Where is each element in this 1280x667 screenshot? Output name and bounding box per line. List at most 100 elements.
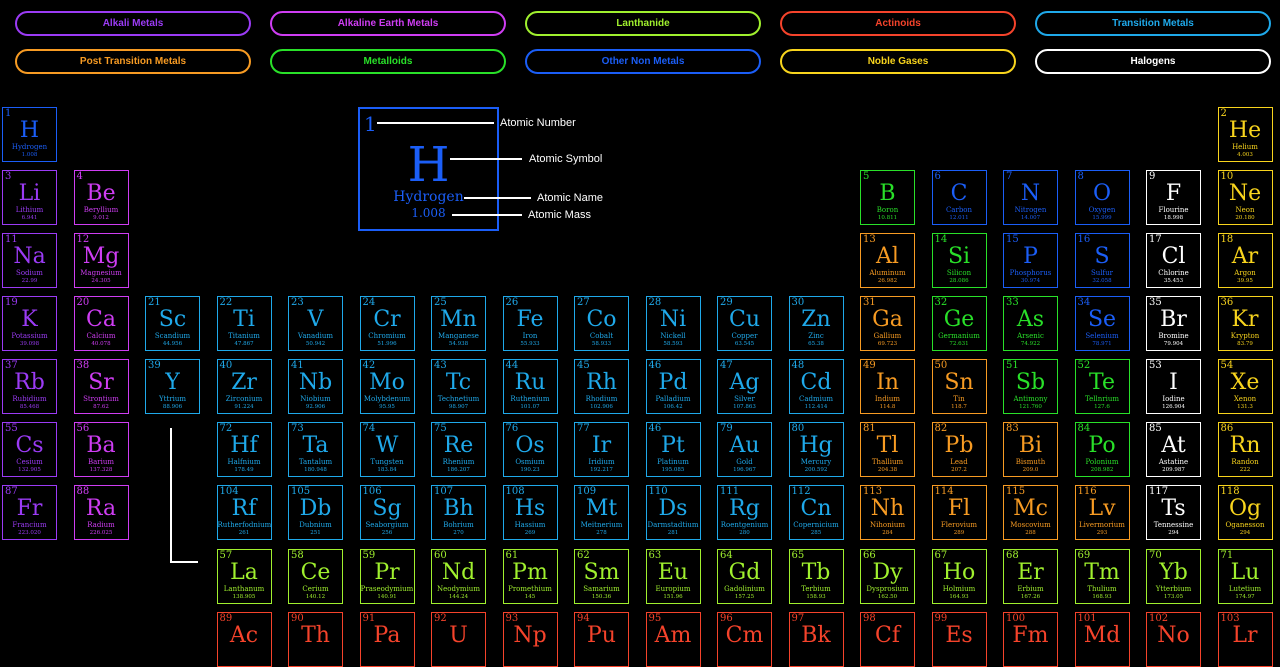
element-cell-tc[interactable]: 43 Tc Technetium 98.907 [431,359,486,414]
element-cell-hg[interactable]: 80 Hg Mercury 200.592 [788,422,844,477]
element-cell-zn[interactable]: 30 Zn Zinc 65.38 [788,296,844,351]
element-cell-og[interactable]: 118 Og Oganesson 294 [1217,485,1273,540]
element-cell-fe[interactable]: 26 Fe Iron 55.933 [502,296,558,351]
element-cell-lu[interactable]: 71 Lu Lutetium 174.97 [1217,549,1273,604]
element-cell-ni[interactable]: 28 Ni Nickell 58.593 [645,296,701,351]
element-cell-n[interactable]: 7 N Nitrogen 14.007 [1003,170,1058,225]
element-cell-nb[interactable]: 41 Nb Niobium 92.906 [288,359,343,414]
element-cell-v[interactable]: 23 V Vanadium 50.942 [288,296,343,351]
element-cell-he[interactable]: 2 He Helium 4.003 [1217,107,1273,162]
element-cell-cu[interactable]: 29 Cu Copper 63.545 [717,296,772,351]
element-cell-nd[interactable]: 60 Nd Neodymium 144.24 [431,549,486,604]
element-cell-bi[interactable]: 83 Bi Bismuth 209.0 [1003,422,1058,477]
element-cell-i[interactable]: 53 I Iodine 126.904 [1146,359,1201,414]
element-cell-k[interactable]: 19 K Potassium 39.098 [2,296,57,351]
element-cell-sg[interactable]: 106 Sg Seaborgium 256 [359,485,415,540]
element-cell-ge[interactable]: 32 Ge Germanium 72.631 [931,296,987,351]
element-cell-ar[interactable]: 18 Ar Argon 39.95 [1217,233,1273,288]
element-cell-cr[interactable]: 24 Cr Chromium 51.996 [359,296,415,351]
element-cell-ho[interactable]: 67 Ho Holmium 164.93 [931,549,987,604]
element-cell-xe[interactable]: 54 Xe Xenon 131.3 [1217,359,1273,414]
element-cell-c[interactable]: 6 C Carbon 12.011 [931,170,987,225]
element-cell-sc[interactable]: 21 Sc Scandium 44.956 [145,296,200,351]
element-cell-ba[interactable]: 56 Ba Barium 137.328 [73,422,129,477]
element-cell-sb[interactable]: 51 Sb Antimony 121.760 [1003,359,1058,414]
element-cell-db[interactable]: 105 Db Dubnium 251 [288,485,343,540]
element-cell-la[interactable]: 57 La Lanthanum 138.905 [216,549,272,604]
category-pill-metalloid[interactable]: Metalloids [270,49,506,74]
element-cell-s[interactable]: 16 S Sulfur 32.058 [1074,233,1130,288]
element-cell-na[interactable]: 11 Na Sodium 22.99 [2,233,57,288]
element-cell-cd[interactable]: 48 Cd Cadmium 112.414 [788,359,844,414]
element-cell-b[interactable]: 5 B Boron 10.811 [860,170,915,225]
element-cell-li[interactable]: 3 Li Lithium 6.941 [2,170,57,225]
element-cell-sn[interactable]: 50 Sn Tin 118.7 [931,359,987,414]
element-cell-fr[interactable]: 87 Fr Francium 223.020 [2,485,57,540]
element-cell-hs[interactable]: 108 Hs Hassium 269 [502,485,558,540]
element-cell-pm[interactable]: 61 Pm Promethium 145 [502,549,558,604]
element-cell-pd[interactable]: 46 Pd Palladium 106.42 [645,359,701,414]
element-cell-h[interactable]: 1 H Hydrogen 1.008 [2,107,57,162]
element-cell-nh[interactable]: 113 Nh Nihonium 284 [860,485,915,540]
element-cell-pr[interactable]: 59 Pr Praseodymium 140.91 [359,549,415,604]
element-cell-ra[interactable]: 88 Ra Radium 226.025 [73,485,129,540]
element-cell-be[interactable]: 4 Be Beryllium 9.012 [73,170,129,225]
element-cell-re[interactable]: 75 Re Rhenium 186.207 [431,422,486,477]
element-cell-po[interactable]: 84 Po Polonium 208.982 [1074,422,1130,477]
element-cell-gd[interactable]: 64 Gd Gadolinium 157.25 [717,549,772,604]
element-cell-sr[interactable]: 38 Sr Strontium 87.62 [73,359,129,414]
element-cell-dy[interactable]: 66 Dy Dysprosium 162.50 [860,549,915,604]
element-cell-cn[interactable]: 112 Cn Copernicium 285 [788,485,844,540]
element-cell-si[interactable]: 14 Si Silicon 28.086 [931,233,987,288]
element-cell-tl[interactable]: 81 Tl Thallium 204.38 [860,422,915,477]
category-pill-noble[interactable]: Noble Gases [780,49,1016,74]
element-cell-as[interactable]: 33 As Arsenic 74.922 [1003,296,1058,351]
element-cell-ir[interactable]: 77 Ir Iridium 192.217 [574,422,629,477]
category-pill-transition[interactable]: Transition Metals [1035,11,1271,36]
element-cell-bh[interactable]: 107 Bh Bohrium 270 [431,485,486,540]
element-cell-fl[interactable]: 114 Fl Flerovium 289 [931,485,987,540]
category-pill-halogen[interactable]: Halogens [1035,49,1271,74]
element-cell-at[interactable]: 85 At Astatine 209.987 [1146,422,1201,477]
element-cell-rh[interactable]: 45 Rh Rhodium 102.906 [574,359,629,414]
element-cell-te[interactable]: 52 Te Tellnrium 127.6 [1074,359,1130,414]
element-cell-ti[interactable]: 22 Ti Titanium 47.867 [216,296,272,351]
element-cell-au[interactable]: 79 Au Gold 196.967 [717,422,772,477]
element-cell-mn[interactable]: 25 Mn Manganese 54.938 [431,296,486,351]
element-cell-rb[interactable]: 37 Rb Rubidium 85.468 [2,359,57,414]
element-cell-eu[interactable]: 63 Eu Europium 151.96 [645,549,701,604]
element-cell-al[interactable]: 13 Al Aluminum 26.982 [860,233,915,288]
element-cell-tm[interactable]: 69 Tm Thulium 168.93 [1074,549,1130,604]
element-cell-co[interactable]: 27 Co Cobalt 58.933 [574,296,629,351]
element-cell-ce[interactable]: 58 Ce Cerium 140.12 [288,549,343,604]
element-cell-rn[interactable]: 86 Rn Randon 222 [1217,422,1273,477]
element-cell-ag[interactable]: 47 Ag Silver 107.863 [717,359,772,414]
element-cell-ru[interactable]: 44 Ru Ruthenium 101.07 [502,359,558,414]
element-cell-in[interactable]: 49 In Indium 114.8 [860,359,915,414]
element-cell-p[interactable]: 15 P Phosphorus 30.974 [1003,233,1058,288]
element-cell-mg[interactable]: 12 Mg Magnesium 24.305 [73,233,129,288]
element-cell-rf[interactable]: 104 Rf Rutherfodnium 261 [216,485,272,540]
element-cell-cs[interactable]: 55 Cs Cesium 132.905 [2,422,57,477]
element-cell-mo[interactable]: 42 Mo Molybdenum 95.95 [359,359,415,414]
element-cell-hf[interactable]: 72 Hf Halfnium 178.49 [216,422,272,477]
element-cell-y[interactable]: 39 Y Yttrium 88.906 [145,359,200,414]
element-cell-ga[interactable]: 31 Ga Gallium 69.723 [860,296,915,351]
element-cell-ca[interactable]: 20 Ca Calcium 40.078 [73,296,129,351]
element-cell-yb[interactable]: 70 Yb Ytterbium 173.05 [1146,549,1201,604]
element-cell-sm[interactable]: 62 Sm Samarium 150.36 [574,549,629,604]
element-cell-f[interactable]: 9 F Flourine 18.998 [1146,170,1201,225]
element-cell-mc[interactable]: 115 Mc Moscovium 288 [1003,485,1058,540]
element-cell-ta[interactable]: 73 Ta Tantalum 180.948 [288,422,343,477]
element-cell-cl[interactable]: 17 Cl Chlorine 35.453 [1146,233,1201,288]
category-pill-nonmetal[interactable]: Other Non Metals [525,49,761,74]
element-cell-zr[interactable]: 40 Zr Zirconium 91.224 [216,359,272,414]
category-pill-alkaline[interactable]: Alkaline Earth Metals [270,11,506,36]
category-pill-post[interactable]: Post Transition Metals [15,49,251,74]
category-pill-lanthanide[interactable]: Lanthanide [525,11,761,36]
category-pill-alkali[interactable]: Alkali Metals [15,11,251,36]
element-cell-er[interactable]: 68 Er Erbium 167.26 [1003,549,1058,604]
element-cell-pb[interactable]: 82 Pb Lead 207.2 [931,422,987,477]
element-cell-ne[interactable]: 10 Ne Neon 20.180 [1217,170,1273,225]
element-cell-tb[interactable]: 65 Tb Terbium 158.93 [788,549,844,604]
